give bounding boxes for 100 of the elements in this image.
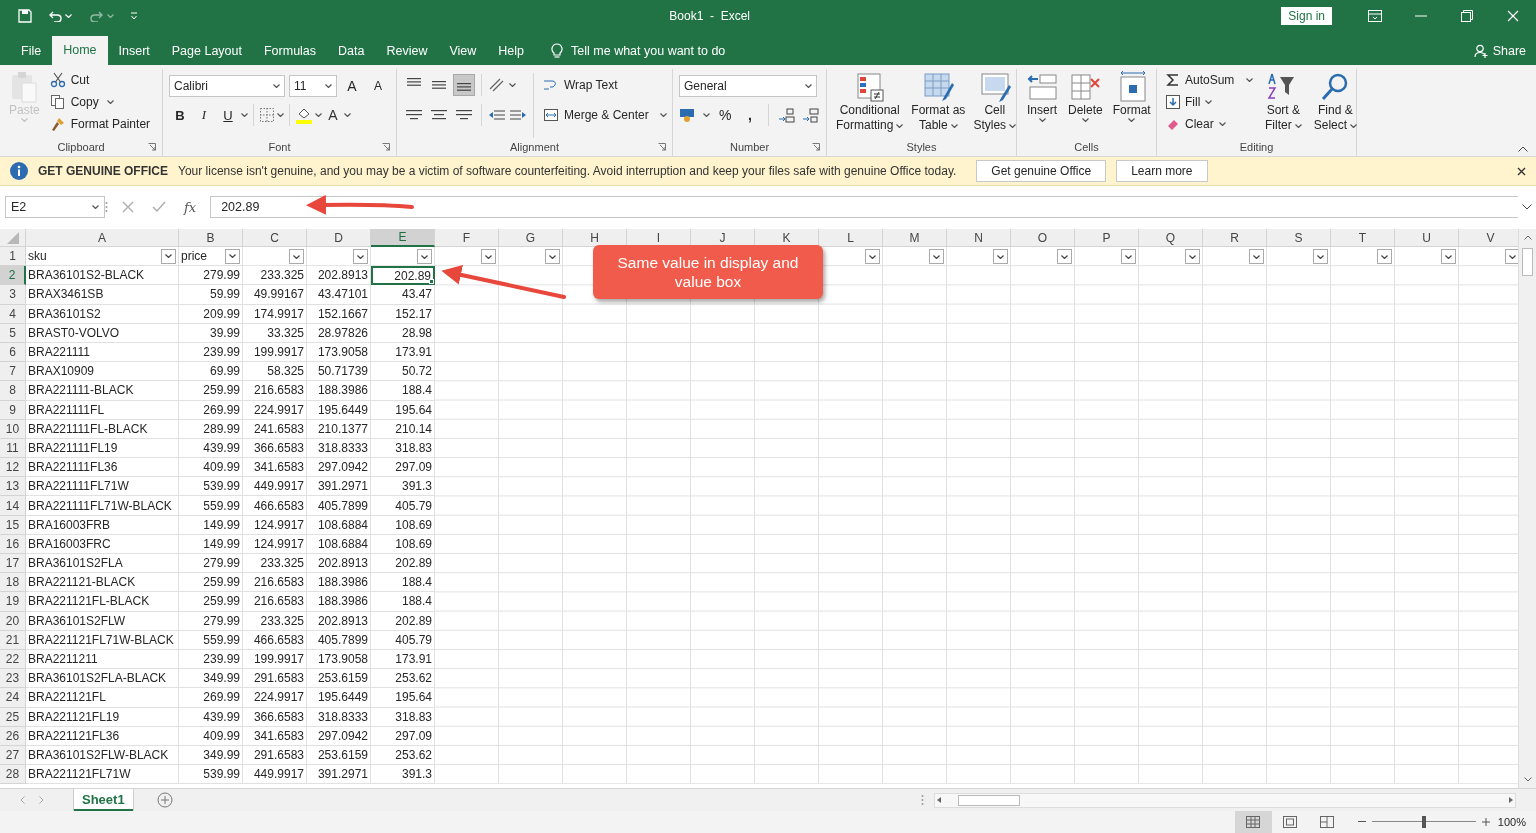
cut-button[interactable]: Cut <box>46 69 154 90</box>
row-header[interactable]: 1 <box>0 247 26 267</box>
filter-button[interactable] <box>481 249 496 265</box>
filter-button[interactable] <box>1057 249 1072 265</box>
ribbon-button[interactable]: Format as Table <box>908 69 969 138</box>
notice-button[interactable]: Learn more <box>1116 160 1208 182</box>
copy-button[interactable]: Copy <box>46 91 154 112</box>
fill-button[interactable]: Fill <box>1163 91 1257 112</box>
comma-button[interactable]: , <box>740 104 760 126</box>
ribbon-tab[interactable]: Review <box>375 36 439 65</box>
column-header[interactable]: O <box>1011 229 1075 247</box>
filter-button[interactable] <box>225 248 240 264</box>
row-header[interactable]: 4 <box>0 304 26 324</box>
filter-button[interactable] <box>1121 249 1136 265</box>
filter-button[interactable] <box>1185 249 1200 265</box>
row-header[interactable]: 22 <box>0 649 26 670</box>
font-name-field[interactable]: Calibri <box>169 75 285 97</box>
column-header[interactable]: E <box>371 229 435 247</box>
ribbon-tab[interactable]: File <box>10 36 53 65</box>
filter-button[interactable] <box>1313 249 1328 265</box>
row-header[interactable]: 8 <box>0 381 26 401</box>
filter-button[interactable] <box>161 248 176 264</box>
row-header[interactable]: 18 <box>0 573 26 593</box>
row-header[interactable]: 6 <box>0 342 26 363</box>
close-button[interactable] <box>1517 166 1526 176</box>
filter-button[interactable] <box>993 249 1008 265</box>
row-header[interactable]: 5 <box>0 323 26 343</box>
ribbon-button[interactable]: Insert <box>1023 69 1061 138</box>
ribbon-tab[interactable]: View <box>438 36 488 65</box>
grow-font-button[interactable]: A <box>341 75 363 97</box>
row-header[interactable]: 11 <box>0 438 26 459</box>
column-header[interactable]: M <box>883 229 947 247</box>
clear-button[interactable]: Clear <box>1163 113 1257 134</box>
autosum-button[interactable]: AutoSum <box>1163 69 1257 90</box>
ribbon-tab[interactable]: Help <box>487 36 536 65</box>
column-header[interactable]: T <box>1331 229 1395 247</box>
underline-button[interactable]: U <box>217 104 239 126</box>
row-header[interactable]: 23 <box>0 669 26 689</box>
ribbon-tab[interactable]: Insert <box>107 36 161 65</box>
filter-button[interactable] <box>1441 249 1456 265</box>
scrollbar-thumb[interactable] <box>958 794 1020 806</box>
row-header[interactable]: 20 <box>0 611 26 631</box>
ribbon-tab[interactable]: Data <box>327 36 376 65</box>
merge-center-button[interactable]: Merge & Center <box>540 103 671 127</box>
column-header[interactable]: Q <box>1139 229 1203 247</box>
row-header[interactable]: 15 <box>0 515 26 535</box>
zoom-level[interactable]: 100% <box>1497 816 1526 828</box>
row-header[interactable]: 2 <box>0 266 26 286</box>
filter-button[interactable] <box>929 249 944 265</box>
row-header[interactable]: 14 <box>0 496 26 516</box>
horizontal-scrollbar[interactable] <box>934 792 1516 808</box>
row-header[interactable]: 16 <box>0 534 26 554</box>
column-header[interactable]: A <box>26 229 179 247</box>
row-header[interactable]: 19 <box>0 592 26 612</box>
filter-button[interactable] <box>1505 249 1518 265</box>
column-header[interactable]: R <box>1203 229 1267 247</box>
column-header[interactable]: D <box>307 229 371 247</box>
wrap-text-button[interactable]: Wrap Text <box>540 73 671 97</box>
align-button[interactable] <box>453 74 475 96</box>
name-box[interactable]: E2 <box>5 196 105 218</box>
filter-button[interactable] <box>545 249 560 265</box>
filter-button[interactable] <box>1377 249 1392 265</box>
filter-button[interactable] <box>289 249 304 265</box>
ribbon-button[interactable]: Find & Select <box>1310 69 1361 138</box>
notice-button[interactable]: Get genuine Office <box>976 160 1107 182</box>
number-format-field[interactable]: General <box>679 75 817 97</box>
ribbon-button[interactable]: Conditional Formatting <box>833 69 907 138</box>
format-painter-button[interactable]: Format Painter <box>46 113 154 134</box>
row-header[interactable]: 10 <box>0 419 26 439</box>
ribbon-button[interactable]: Format <box>1109 69 1154 138</box>
column-header[interactable]: F <box>435 229 499 247</box>
column-header[interactable]: U <box>1395 229 1459 247</box>
scrollbar-thumb[interactable] <box>1522 248 1533 276</box>
row-header[interactable]: 24 <box>0 688 26 708</box>
ribbon-tab[interactable]: Page Layout <box>160 36 253 65</box>
font-size-field[interactable]: 11 <box>289 75 337 97</box>
row-header[interactable]: 9 <box>0 400 26 420</box>
italic-button[interactable]: I <box>193 104 215 126</box>
row-header[interactable]: 28 <box>0 765 26 785</box>
column-header[interactable]: G <box>499 229 563 247</box>
filter-button[interactable] <box>417 249 432 265</box>
column-header[interactable]: P <box>1075 229 1139 247</box>
ribbon-button[interactable]: Cell Styles <box>970 69 1020 138</box>
column-header[interactable]: H <box>563 229 627 247</box>
row-header[interactable]: 21 <box>0 630 26 650</box>
column-header[interactable]: B <box>179 229 243 247</box>
zoom-thumb[interactable] <box>1421 816 1426 828</box>
filter-button[interactable] <box>353 249 368 265</box>
row-header[interactable]: 27 <box>0 745 26 766</box>
column-header[interactable]: L <box>819 229 883 247</box>
column-header[interactable]: N <box>947 229 1011 247</box>
add-sheet-button[interactable] <box>156 792 173 808</box>
row-header[interactable]: 17 <box>0 554 26 574</box>
formula-field[interactable]: 202.89 <box>210 196 1518 218</box>
bold-button[interactable]: B <box>169 104 191 126</box>
sheet-tab[interactable]: Sheet1 <box>74 789 133 811</box>
ribbon-tab[interactable]: Home <box>52 36 108 65</box>
font-color-button[interactable]: A <box>324 104 342 126</box>
row-header[interactable]: 3 <box>0 285 26 305</box>
share-button[interactable]: Share <box>1463 36 1536 65</box>
